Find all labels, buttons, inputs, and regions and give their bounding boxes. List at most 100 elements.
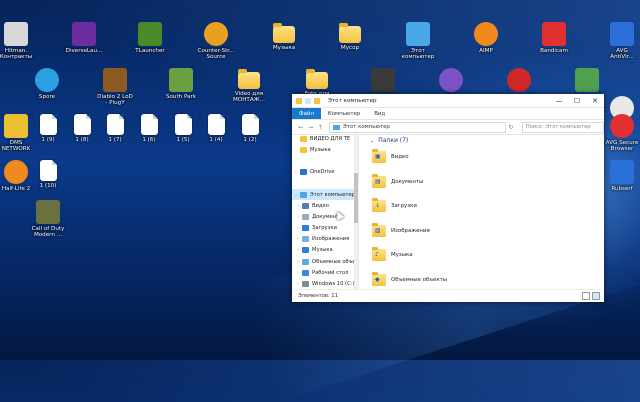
nav-item[interactable]: ›Рабочий стол — [292, 267, 358, 278]
back-arrow-icon[interactable]: ← — [296, 124, 306, 131]
expand-chevron-icon[interactable]: › — [294, 247, 302, 253]
file-explorer-window[interactable]: Этот компьютер — ☐ ✕ Файл Компьютер Вид … — [292, 94, 604, 302]
forward-arrow-icon[interactable]: → — [306, 124, 316, 131]
title-bar[interactable]: Этот компьютер — ☐ ✕ — [292, 94, 604, 108]
tab-file[interactable]: Файл — [292, 108, 321, 119]
nav-item-label: Музыка — [310, 147, 331, 153]
address-path-text: Этот компьютер — [343, 124, 390, 130]
desktop-icon-file[interactable]: 1 (10) — [22, 160, 74, 189]
folder-icon: ↓ — [372, 200, 386, 212]
desktop-icon-label: AVG AntiVir... — [596, 48, 640, 61]
expand-chevron-icon[interactable]: › — [294, 281, 302, 287]
desktop-icon-south-park[interactable]: South Park — [155, 68, 207, 100]
folders-group-header[interactable]: ⌄ Папки (7) — [370, 137, 604, 144]
nav-scrollbar[interactable] — [354, 133, 358, 290]
checkmark-icon[interactable] — [305, 98, 311, 104]
nav-item[interactable]: ›Windows 10 (C:) — [292, 278, 358, 289]
scrollbar-thumb[interactable] — [354, 173, 358, 223]
folder-item[interactable]: ↓Загрузки — [372, 200, 417, 212]
desktop-icon-counter-strike[interactable]: Counter-Str... Source — [190, 22, 242, 61]
nav-item[interactable]: ›Объемные объе — [292, 256, 358, 267]
spore-icon — [35, 68, 59, 92]
onedrive-icon — [300, 169, 307, 175]
expand-chevron-icon[interactable]: ⌄ — [292, 192, 300, 198]
tab-computer[interactable]: Компьютер — [321, 108, 367, 119]
desktop-icon-file[interactable]: 1 (2) — [224, 114, 276, 143]
expand-chevron-icon[interactable]: › — [294, 236, 302, 242]
desktop-icon-folder[interactable]: Музыка — [258, 22, 310, 51]
desktop-icon-folder[interactable]: Video для МОНТАЖ... — [223, 68, 275, 104]
desktop-icon-tlauncher[interactable]: TLauncher — [124, 22, 176, 54]
nav-item[interactable]: › OneDrive — [292, 167, 358, 178]
folder-icon[interactable] — [314, 98, 320, 104]
desktop-icon-call-of-duty[interactable]: Call of Duty Modern ... — [22, 200, 74, 239]
desktop-icon-diablo[interactable]: Diablo 2 LoD - PlugY — [89, 68, 141, 107]
content-pane: ⌄ Папки (7) ▣Видео ▤ Документы ↓Загрузки ▨Из… — [362, 133, 604, 290]
desktop-icon-diverse-launcher[interactable]: DiverseLau... — [58, 22, 110, 54]
nav-item[interactable]: ›Загрузки — [292, 223, 358, 234]
desktop-icon-folder[interactable]: Мусор — [324, 22, 376, 51]
folder-icon — [296, 98, 302, 104]
nav-item-label: OneDrive — [310, 169, 334, 175]
folder-icon — [300, 147, 307, 153]
search-input[interactable]: Поиск: Этот компьютер — [522, 122, 604, 133]
folder-icon — [300, 136, 307, 142]
navigation-pane: ВИДЕО ДЛЯ ТЕ Музыка › OneDrive ⌄Этот компьют… — [292, 133, 359, 290]
south-park-icon — [169, 68, 193, 92]
folder-glyph-icon: ▤ — [375, 179, 381, 185]
desktop-icon-avg[interactable]: AVG AntiVir... — [596, 22, 640, 61]
nav-item[interactable]: ›Видео — [292, 200, 358, 211]
aimp-icon — [474, 22, 498, 46]
folder-icon: ▤ — [372, 176, 386, 188]
folder-glyph-icon: ◆ — [375, 277, 380, 283]
desktop-icon-folder[interactable]: Foto для — [291, 68, 343, 97]
close-button[interactable]: ✕ — [586, 94, 604, 107]
details-view-icon[interactable] — [582, 292, 590, 300]
tlauncher-icon — [138, 22, 162, 46]
folder-item[interactable]: ▤ Документы — [372, 176, 423, 188]
nav-item[interactable]: Музыка — [292, 144, 358, 155]
desktop-icon-spore[interactable]: Spore — [21, 68, 73, 100]
file-icon — [208, 114, 225, 135]
expand-chevron-icon[interactable]: › — [294, 270, 302, 276]
folder-item[interactable]: ♪Музыка — [372, 249, 413, 261]
drive-icon — [302, 281, 309, 287]
nav-item[interactable]: ›Изображения — [292, 234, 358, 245]
nav-item[interactable]: ВИДЕО ДЛЯ ТЕ — [292, 133, 358, 144]
folder-label: Документы — [391, 179, 423, 185]
tab-view[interactable]: Вид — [367, 108, 392, 119]
tiles-view-icon[interactable] — [592, 292, 600, 300]
expand-chevron-icon[interactable]: › — [294, 225, 302, 231]
expand-chevron-icon[interactable]: › — [294, 203, 302, 209]
maximize-button[interactable]: ☐ — [568, 94, 586, 107]
desktop-icon-bandicam[interactable]: Bandicam — [528, 22, 580, 54]
status-bar: Элементов: 11 — [292, 289, 604, 302]
desktop-icon-computer[interactable]: Этот компьютер — [392, 22, 444, 61]
nav-item[interactable]: ›Музыка — [292, 245, 358, 256]
up-arrow-icon[interactable]: ↑ — [315, 124, 325, 131]
desktop-icon-hitman[interactable]: Hitman. Контракты — [0, 22, 42, 61]
desktop-icon-label: Counter-Str... Source — [190, 48, 242, 61]
bandicam-icon — [542, 22, 566, 46]
desktop-icon-label: 1 (2) — [224, 137, 276, 143]
desktop-icon-label: Bandicam — [528, 48, 580, 54]
refresh-icon[interactable]: ↻ — [506, 124, 516, 131]
folder-icon — [273, 26, 295, 43]
3d-objects-icon — [302, 259, 309, 265]
address-path[interactable]: Этот компьютер — [329, 122, 506, 133]
folder-item[interactable]: ◆Объемные объекты — [372, 274, 447, 286]
expand-chevron-icon[interactable]: › — [292, 169, 300, 175]
minimize-button[interactable]: — — [550, 94, 568, 107]
folder-item[interactable]: ▨Изображения — [372, 225, 430, 237]
expand-chevron-icon[interactable]: › — [294, 259, 302, 265]
nav-item[interactable]: ›Документы — [292, 211, 358, 222]
file-icon — [107, 114, 124, 135]
avg-icon — [610, 22, 634, 46]
minigames-icon — [575, 68, 599, 92]
folders-group-title: Папки (7) — [378, 137, 408, 144]
downloads-icon — [302, 225, 309, 231]
desktop-icon-aimp[interactable]: AIMP — [460, 22, 512, 54]
nav-item[interactable]: ⌄Этот компьютер — [292, 189, 358, 200]
expand-chevron-icon[interactable]: › — [294, 214, 302, 220]
folder-item[interactable]: ▣Видео — [372, 151, 409, 163]
